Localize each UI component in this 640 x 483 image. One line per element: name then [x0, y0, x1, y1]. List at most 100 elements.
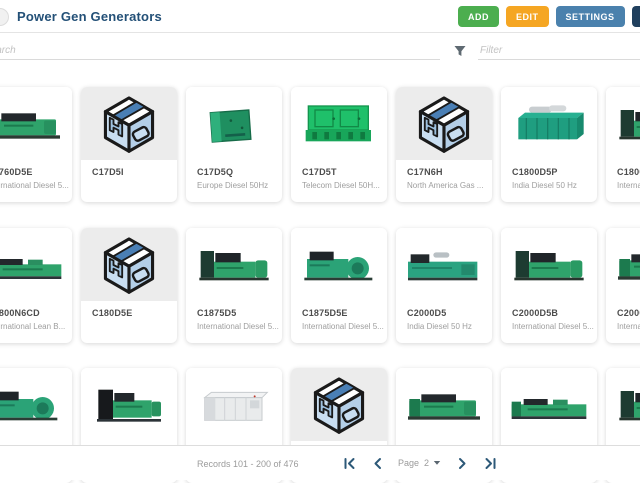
- app-logo: [0, 8, 9, 26]
- product-desc: India Diesel 50 Hz: [407, 322, 472, 331]
- export-button[interactable]: EXPORT: [631, 6, 640, 27]
- product-label: C17D5I: [81, 160, 177, 177]
- add-button[interactable]: ADD: [458, 6, 499, 27]
- product-code: C2000D5B: [512, 308, 559, 318]
- product-label: C2000D5 India Diesel 50 Hz: [396, 301, 492, 331]
- product-image: [0, 87, 72, 160]
- product-card[interactable]: C17D5T Telecom Diesel 50H...: [291, 87, 387, 202]
- product-code: C1760D5E: [0, 167, 33, 177]
- product-label: C1800N Internatio: [606, 160, 640, 190]
- app-header: Power Gen Generators ADD EDIT SETTINGS EXPO…: [0, 0, 640, 33]
- funnel-icon: [454, 46, 466, 56]
- grid-row: C1760D5E International Diesel 5... C17D5…: [0, 87, 640, 202]
- product-code: C2000D5: [407, 308, 447, 318]
- product-code: C1800N6CD: [0, 308, 40, 318]
- product-card[interactable]: C2000D Internatio: [606, 228, 640, 343]
- product-code: C1800N: [617, 167, 640, 177]
- product-image: [501, 228, 597, 301]
- product-image: [291, 228, 387, 301]
- product-label: C2000D Internatio: [606, 301, 640, 331]
- product-desc: North America Gas ...: [407, 181, 484, 190]
- product-label: C1800D5P India Diesel 50 Hz: [501, 160, 597, 190]
- product-label: C1760D5E International Diesel 5...: [0, 160, 72, 190]
- product-image: [396, 368, 492, 441]
- product-desc: Internatio: [617, 181, 640, 190]
- product-code: C17N6H: [407, 167, 443, 177]
- product-desc: International Diesel 5...: [0, 181, 69, 190]
- product-image: [291, 87, 387, 160]
- product-card[interactable]: C1875D5E International Diesel 5...: [291, 228, 387, 343]
- product-label: C17D5T Telecom Diesel 50H...: [291, 160, 387, 190]
- pager: Page 2: [342, 454, 497, 472]
- product-label: C1800N6CD International Lean B...: [0, 301, 72, 331]
- product-card[interactable]: C17D5Q Europe Diesel 50Hz: [186, 87, 282, 202]
- product-image: [291, 368, 387, 441]
- product-card[interactable]: C1800D5P India Diesel 50 Hz: [501, 87, 597, 202]
- product-card[interactable]: C1760D5E International Diesel 5...: [0, 87, 72, 202]
- product-label: C1875D5E International Diesel 5...: [291, 301, 387, 331]
- product-card[interactable]: C1800N Internatio: [606, 87, 640, 202]
- page-select[interactable]: 2: [424, 458, 441, 468]
- last-page-button[interactable]: [483, 454, 497, 472]
- product-image: [81, 87, 177, 160]
- product-image: [396, 228, 492, 301]
- product-label: C17N6H North America Gas ...: [396, 160, 492, 190]
- chevron-right-icon: [458, 457, 466, 469]
- records-count: Records 101 - 200 of 476: [197, 459, 299, 469]
- product-image: [186, 228, 282, 301]
- grid-row: C1800N6CD International Lean B... C180D5…: [0, 228, 640, 343]
- filter-input[interactable]: [478, 42, 640, 60]
- header-buttons: ADD EDIT SETTINGS EXPORT: [458, 6, 640, 27]
- product-code: C2000D: [617, 308, 640, 318]
- product-image: [606, 228, 640, 301]
- product-image: [606, 368, 640, 441]
- product-code: C1875D5E: [302, 308, 348, 318]
- product-image: [81, 228, 177, 301]
- product-label: C180D5E: [81, 301, 177, 318]
- product-desc: Telecom Diesel 50H...: [302, 181, 380, 190]
- product-image: [81, 368, 177, 441]
- product-card[interactable]: C1800N6CD International Lean B...: [0, 228, 72, 343]
- product-desc: Europe Diesel 50Hz: [197, 181, 269, 190]
- first-page-icon: [344, 457, 354, 469]
- product-label: C2000D5B International Diesel 5...: [501, 301, 597, 331]
- edit-button[interactable]: EDIT: [506, 6, 549, 27]
- product-desc: International Lean B...: [0, 322, 66, 331]
- caret-down-icon: [433, 461, 441, 465]
- last-page-icon: [485, 457, 496, 469]
- settings-button[interactable]: SETTINGS: [555, 6, 625, 27]
- product-code: C1800D5P: [512, 167, 558, 177]
- page-value: 2: [424, 458, 430, 468]
- search-input[interactable]: [0, 42, 440, 60]
- product-code: C17D5I: [92, 167, 124, 177]
- page-title: Power Gen Generators: [17, 9, 162, 24]
- product-label: C17D5Q Europe Diesel 50Hz: [186, 160, 282, 190]
- product-image: [606, 87, 640, 160]
- product-desc: Internatio: [617, 322, 640, 331]
- product-card[interactable]: C1875D5 International Diesel 5...: [186, 228, 282, 343]
- product-card[interactable]: C180D5E: [81, 228, 177, 343]
- product-image: [396, 87, 492, 160]
- product-image: [186, 368, 282, 441]
- bottom-bar: Records 101 - 200 of 476 Page 2: [0, 445, 640, 480]
- product-card[interactable]: C2000D5B International Diesel 5...: [501, 228, 597, 343]
- product-image: [501, 368, 597, 441]
- product-card[interactable]: C17D5I: [81, 87, 177, 202]
- product-card[interactable]: C17N6H North America Gas ...: [396, 87, 492, 202]
- product-code: C17D5T: [302, 167, 337, 177]
- product-image: [0, 368, 72, 441]
- product-desc: India Diesel 50 Hz: [512, 181, 577, 190]
- product-desc: International Diesel 5...: [512, 322, 594, 331]
- product-image: [501, 87, 597, 160]
- chevron-left-icon: [374, 457, 381, 469]
- first-page-button[interactable]: [342, 454, 356, 472]
- product-image: [186, 87, 282, 160]
- product-code: C180D5E: [92, 308, 133, 318]
- product-image: [0, 228, 72, 301]
- product-card[interactable]: C2000D5 India Diesel 50 Hz: [396, 228, 492, 343]
- product-code: C1875D5: [197, 308, 237, 318]
- next-page-button[interactable]: [455, 454, 469, 472]
- page-group: Page 2: [398, 458, 441, 468]
- product-desc: International Diesel 5...: [197, 322, 279, 331]
- prev-page-button[interactable]: [370, 454, 384, 472]
